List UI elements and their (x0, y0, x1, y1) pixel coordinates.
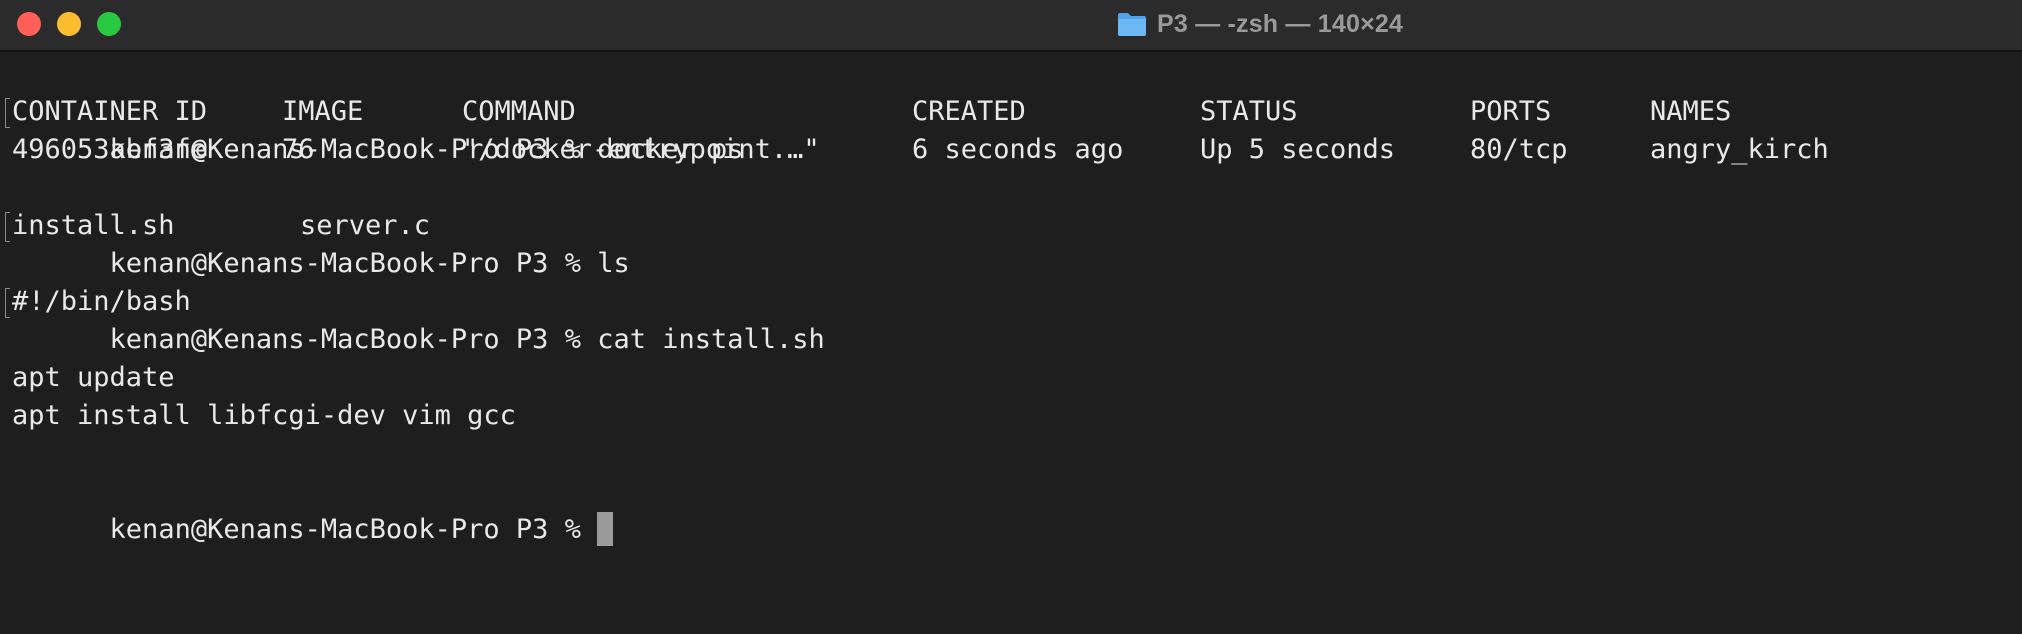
column-header: CONTAINER ID (12, 96, 208, 127)
table-cell: 80/tcp (1470, 134, 1568, 165)
column-header: CREATED (912, 96, 1026, 127)
column-header: COMMAND (462, 96, 576, 127)
file-name: install.sh (12, 210, 175, 241)
table-cell: 76 (282, 134, 315, 165)
column-header: IMAGE (282, 96, 364, 127)
prompt: kenan@Kenans-MacBook-Pro P3 % (109, 324, 581, 355)
terminal-window: P3 — -zsh — 140×24 kenan@Kenans-MacBook-… (0, 0, 2022, 634)
table-cell: angry_kirch (1650, 134, 1829, 165)
terminal-line-prompt-1: kenan@Kenans-MacBook-Pro P3 % docker ps (5, 55, 744, 165)
table-cell: 6 seconds ago (912, 134, 1124, 165)
docker-table-row: 496053abf3fe 76 "/docker-entrypoint.…" 6… (12, 131, 2012, 169)
prompt-mark (5, 212, 10, 242)
table-cell: "/docker-entrypoint.…" (462, 134, 820, 165)
column-header: STATUS (1200, 96, 1298, 127)
column-header: PORTS (1470, 96, 1552, 127)
terminal-line-prompt-2: kenan@Kenans-MacBook-Pro P3 % ls (5, 169, 630, 279)
file-line: apt update (12, 362, 175, 393)
file-line: apt install libfcgi-dev vim gcc (12, 400, 516, 431)
prompt-mark (5, 98, 10, 128)
ls-output: install.sh server.c (12, 207, 2012, 245)
column-header: NAMES (1650, 96, 1732, 127)
zoom-button[interactable] (97, 12, 121, 36)
table-cell: 496053abf3fe (12, 134, 208, 165)
close-button[interactable] (17, 12, 41, 36)
prompt-mark (5, 288, 10, 318)
terminal-line-current-prompt[interactable]: kenan@Kenans-MacBook-Pro P3 % (12, 473, 614, 546)
docker-table-header: CONTAINER ID IMAGE COMMAND CREATED STATU… (12, 93, 2012, 131)
minimize-button[interactable] (57, 12, 81, 36)
text-cursor (597, 511, 614, 546)
command-text: cat install.sh (597, 324, 825, 355)
file-name: server.c (300, 210, 431, 241)
prompt: kenan@Kenans-MacBook-Pro P3 % (109, 514, 581, 545)
table-cell: Up 5 seconds (1200, 134, 1396, 165)
terminal-content[interactable]: kenan@Kenans-MacBook-Pro P3 % docker ps … (5, 55, 2012, 625)
file-line: #!/bin/bash (12, 286, 191, 317)
folder-icon (1117, 11, 1147, 37)
window-title: P3 — -zsh — 140×24 (1117, 0, 1403, 48)
title-bar[interactable]: P3 — -zsh — 140×24 (0, 0, 2022, 52)
window-title-text: P3 — -zsh — 140×24 (1157, 9, 1404, 38)
terminal-line-prompt-3: kenan@Kenans-MacBook-Pro P3 % cat instal… (5, 245, 825, 355)
